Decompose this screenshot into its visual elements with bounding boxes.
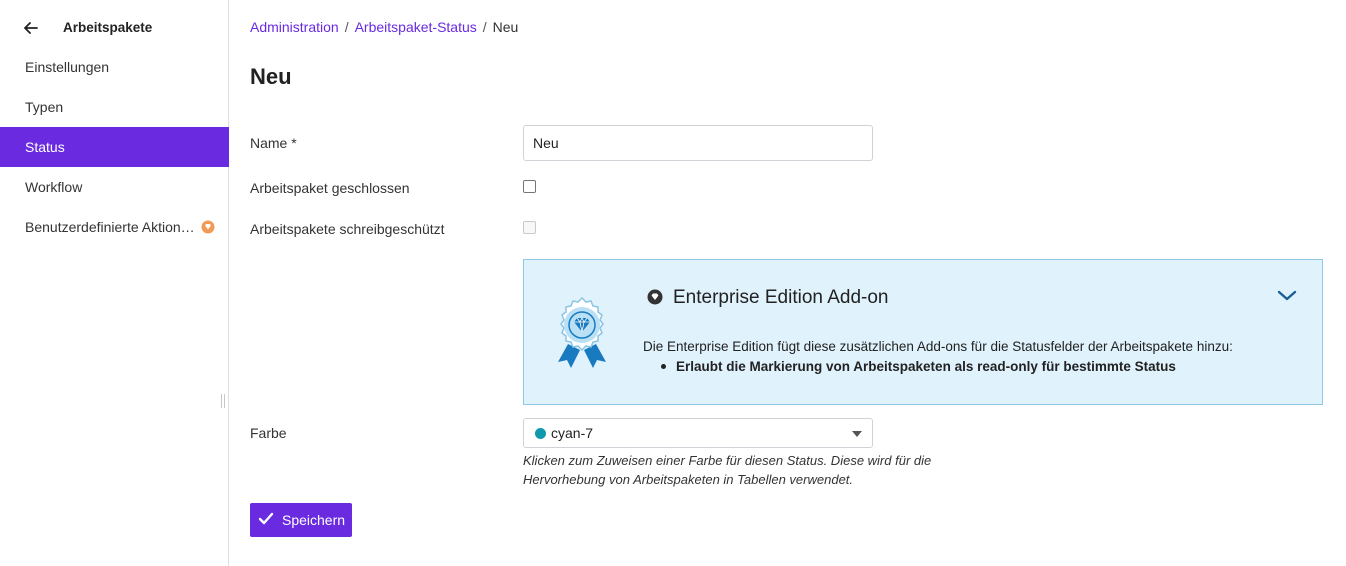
sidebar-item-typen[interactable]: Typen [0,87,229,127]
color-help-text: Klicken zum Zuweisen einer Farbe für die… [523,453,932,487]
enterprise-title-row: Enterprise Edition Add-on [647,287,888,309]
page-title: Neu [250,64,292,89]
sidebar-item-label: Benutzerdefinierte Aktion… [25,219,195,235]
breadcrumb-separator: / [344,19,349,35]
closed-checkbox[interactable] [523,180,536,193]
closed-label: Arbeitspaket geschlossen [250,180,410,196]
checkmark-icon [258,512,274,529]
sidebar-item-label: Einstellungen [25,59,110,75]
color-label: Farbe [250,425,287,441]
enterprise-description: Die Enterprise Edition fügt diese zusätz… [643,339,1233,354]
save-button-label: Speichern [282,512,346,528]
color-select[interactable]: cyan-7 [523,418,873,448]
breadcrumb-current: Neu [492,19,519,35]
enterprise-badge-icon [201,220,215,234]
sidebar-item-label: Workflow [25,179,83,195]
sidebar-resize-handle[interactable] [221,394,227,408]
readonly-checkbox [523,221,536,234]
sidebar-item-workflow[interactable]: Workflow [0,167,229,207]
save-button[interactable]: Speichern [250,503,352,537]
sidebar-item-label: Typen [25,99,64,115]
readonly-label: Arbeitspakete schreibgeschützt [250,221,445,237]
sidebar-header: Arbeitspakete [0,8,229,48]
color-select-value: cyan-7 [551,425,594,441]
sidebar: Arbeitspakete Einstellungen Typen Status… [0,0,229,566]
breadcrumb-separator: / [482,19,487,35]
arrow-left-icon[interactable] [22,18,40,38]
sidebar-title: Arbeitspakete [63,20,153,35]
color-swatch [535,427,546,439]
sidebar-item-einstellungen[interactable]: Einstellungen [0,47,229,87]
name-label: Name * [250,135,297,151]
breadcrumb: Administration / Arbeitspaket-Status / N… [250,19,518,35]
chevron-down-icon[interactable] [1276,288,1298,304]
bullet-icon [661,364,666,369]
caret-down-icon [852,431,862,437]
sidebar-item-custom-actions[interactable]: Benutzerdefinierte Aktion… [0,207,229,247]
enterprise-feature-text: Erlaubt die Markierung von Arbeitspakete… [676,359,1176,374]
enterprise-award-icon [554,296,610,370]
enterprise-feature-item: Erlaubt die Markierung von Arbeitspakete… [661,359,1176,374]
name-input[interactable] [523,125,873,161]
enterprise-diamond-icon [647,289,663,308]
enterprise-title: Enterprise Edition Add-on [673,287,889,308]
breadcrumb-administration[interactable]: Administration [250,19,339,35]
sidebar-item-label: Status [25,139,65,155]
breadcrumb-status[interactable]: Arbeitspaket-Status [355,19,477,35]
sidebar-item-status[interactable]: Status [0,127,229,167]
enterprise-addon-box: Enterprise Edition Add-on Die Enterprise… [523,259,1323,405]
